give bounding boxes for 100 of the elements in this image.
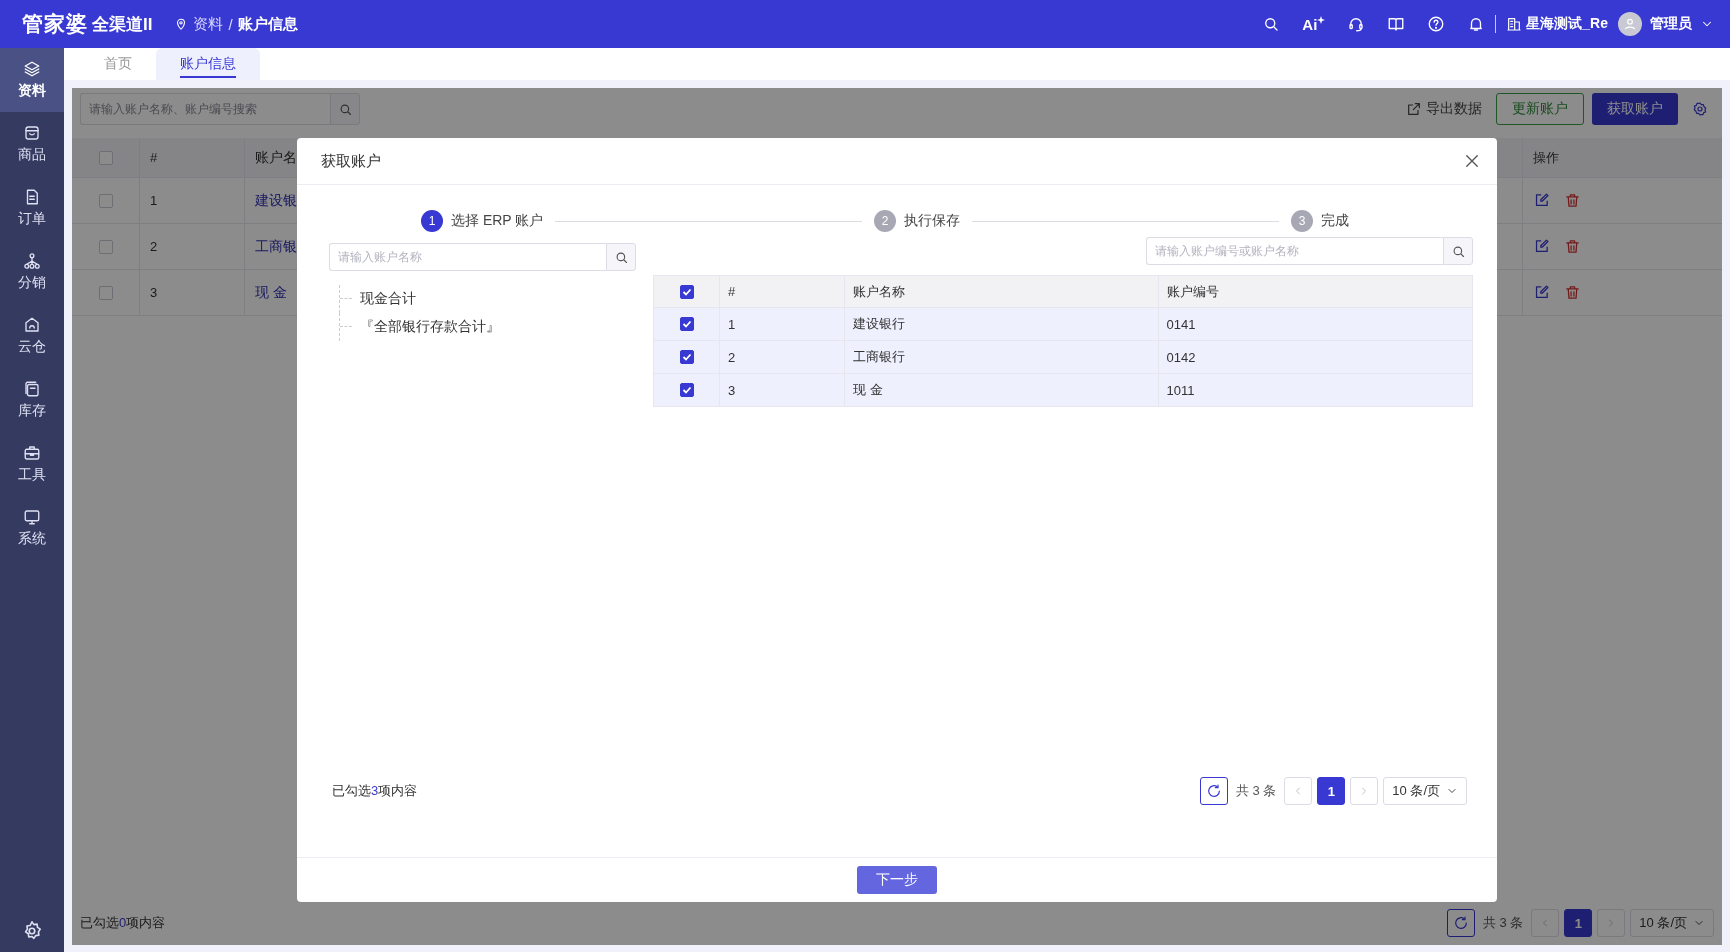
dialog-title: 获取账户: [321, 151, 381, 171]
network-icon: [23, 252, 41, 270]
step-label: 完成: [1321, 212, 1349, 230]
column-header: 账户名称: [845, 276, 1159, 307]
breadcrumb-current: 账户信息: [237, 14, 298, 34]
close-icon: [1463, 152, 1481, 170]
close-button[interactable]: [1463, 152, 1481, 170]
selection-summary: 已勾选3项内容: [332, 782, 418, 800]
help-icon: [1427, 15, 1446, 33]
step-number: 2: [874, 210, 897, 232]
total-count: 共 3 条: [1481, 914, 1525, 932]
account-link[interactable]: 现 金: [245, 283, 287, 302]
brand-logo: 管家婆: [22, 11, 88, 37]
refresh-button[interactable]: [1199, 777, 1228, 805]
checkmark-icon: [681, 352, 692, 362]
step-label: 执行保存: [904, 212, 961, 230]
tree-line: [339, 313, 354, 341]
page-size-select[interactable]: 10 条/页: [1383, 777, 1467, 805]
sidebar-item[interactable]: 系统: [0, 496, 64, 560]
ai-button[interactable]: Ai: [1302, 15, 1326, 33]
column-header: 操作: [1522, 138, 1722, 177]
checkbox[interactable]: [679, 317, 694, 331]
export-icon: [1406, 101, 1422, 117]
step-number: 3: [1291, 210, 1313, 232]
sparkle-icon: [1317, 15, 1326, 24]
table-cell: 现 金: [845, 374, 1159, 406]
sidebar-item[interactable]: 云仓: [0, 304, 64, 368]
book-icon: [1387, 15, 1406, 33]
refresh-icon: [1205, 783, 1222, 799]
checkbox[interactable]: [679, 284, 694, 299]
account-link[interactable]: 工商银: [245, 237, 297, 256]
selection-summary: 已勾选0项内容: [80, 914, 166, 932]
column-header: #: [720, 276, 845, 307]
table-cell: 工商银行: [845, 341, 1159, 373]
checkmark-icon: [681, 385, 692, 395]
edit-icon: [1533, 284, 1550, 301]
edit-icon: [1533, 238, 1550, 255]
sidebar-item[interactable]: 分销: [0, 240, 64, 304]
total-count: 共 3 条: [1234, 782, 1278, 800]
refresh-button[interactable]: [1446, 909, 1475, 937]
table-cell: 3: [720, 374, 845, 406]
search-button[interactable]: [1443, 237, 1473, 265]
page-button[interactable]: 1: [1317, 777, 1346, 805]
tree-item[interactable]: 现金合计: [360, 290, 416, 308]
trash-icon: [1564, 238, 1581, 255]
table-cell: 1: [140, 178, 245, 223]
step-label: 选择 ERP 账户: [451, 212, 544, 230]
table-cell-text: 0142: [1165, 348, 1197, 367]
trash-icon: [1564, 284, 1581, 301]
search-field[interactable]: 请输入账户名称、账户编号搜索: [80, 93, 330, 125]
table-cell-text: 1011: [1165, 381, 1196, 400]
organization-switcher[interactable]: 星海测试_Re: [1506, 15, 1608, 33]
stack-icon: [23, 380, 41, 398]
sidebar-item[interactable]: 库存: [0, 368, 64, 432]
edit-icon: [1533, 192, 1550, 209]
table-cell: 3: [140, 270, 245, 315]
sidebar-item[interactable]: 工具: [0, 432, 64, 496]
checkmark-icon: [681, 286, 692, 297]
trash-icon: [1564, 192, 1581, 209]
search-field[interactable]: 请输入账户名称: [329, 243, 606, 271]
user-menu[interactable]: 管理员: [1618, 12, 1714, 36]
column-header: 账户编号: [1165, 282, 1220, 301]
sidebar-item[interactable]: 商品: [0, 112, 64, 176]
layers-icon: [23, 60, 41, 78]
cloud-house-icon: [23, 316, 41, 334]
search-button[interactable]: [606, 243, 636, 271]
tab[interactable]: 账户信息: [156, 48, 260, 80]
toolbox-icon: [23, 444, 41, 462]
column-header: #: [140, 138, 245, 177]
refresh-icon: [1452, 915, 1469, 931]
checkbox[interactable]: [679, 350, 694, 364]
avatar: [1618, 12, 1642, 36]
table-cell: 1: [720, 308, 845, 340]
product-name: 全渠道II: [92, 13, 153, 36]
sidebar-item[interactable]: 资料: [0, 48, 64, 112]
settings-icon: [1692, 101, 1708, 117]
table-cell: 建设银行: [845, 308, 1159, 340]
export-button[interactable]: 导出数据: [1400, 99, 1488, 119]
building-icon: [1506, 16, 1523, 32]
fetch-button[interactable]: 获取账户: [1592, 93, 1678, 125]
sidebar-item[interactable]: 订单: [0, 176, 64, 240]
search-field[interactable]: 请输入账户编号或账户名称: [1146, 237, 1443, 265]
table-cell: 2: [140, 224, 245, 269]
table-cell-text: 0141: [1165, 315, 1197, 334]
next-button[interactable]: 下一步: [857, 866, 937, 894]
checkmark-icon: [681, 319, 692, 329]
step-number: 1: [421, 210, 443, 232]
headset-icon: [1347, 15, 1366, 33]
table-cell: 2: [720, 341, 845, 373]
tree-line: [339, 285, 354, 313]
search-button[interactable]: [330, 93, 360, 125]
breadcrumb-separator: /: [228, 15, 233, 33]
box-icon: [23, 124, 41, 142]
account-link[interactable]: 建设银: [245, 191, 297, 210]
checkbox[interactable]: [679, 383, 694, 397]
breadcrumb-link[interactable]: 资料: [193, 14, 224, 34]
page-button[interactable]: 1: [1564, 909, 1593, 937]
tree-item[interactable]: 『全部银行存款合计』: [360, 318, 500, 336]
page-size-select[interactable]: 10 条/页: [1630, 909, 1714, 937]
monitor-icon: [23, 508, 41, 526]
